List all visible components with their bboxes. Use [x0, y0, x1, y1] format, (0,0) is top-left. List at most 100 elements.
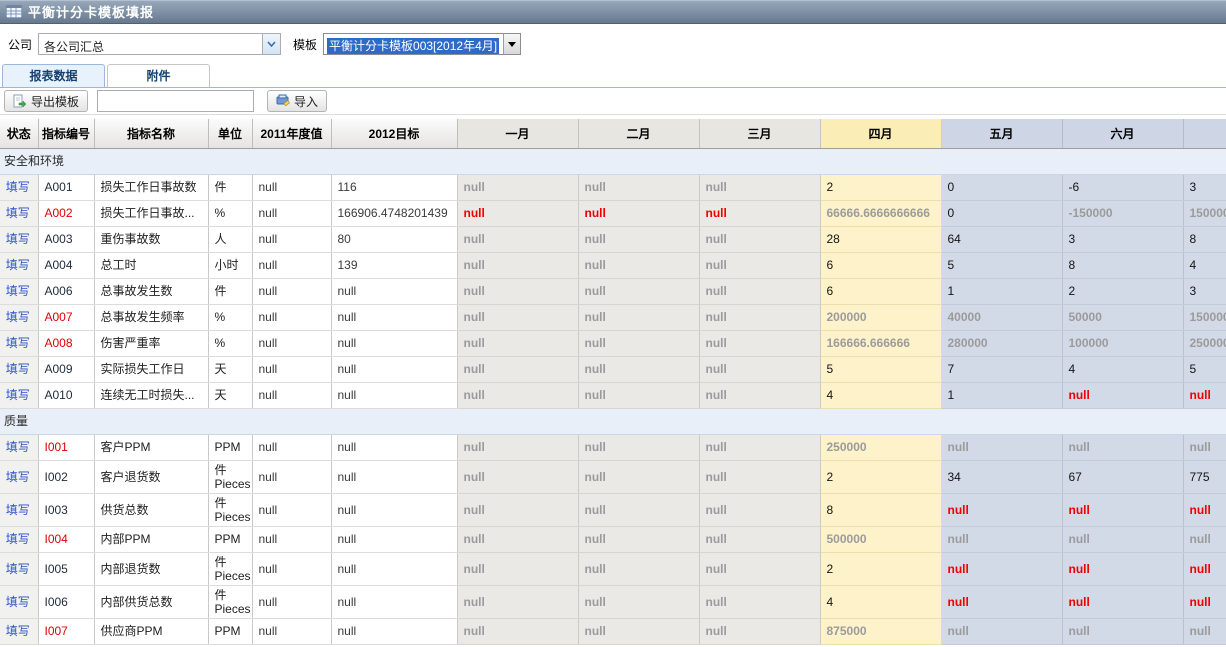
import-file-input[interactable]	[97, 90, 254, 112]
fill-link[interactable]: 填写	[6, 388, 30, 402]
cell-month-2: null	[578, 226, 699, 252]
cell-month-5: null	[941, 552, 1062, 585]
export-template-button[interactable]: 导出模板	[4, 90, 88, 112]
cell-month-2: null	[578, 434, 699, 460]
table-row: 填写A004总工时小时null139nullnullnull6584	[0, 252, 1226, 278]
fill-link[interactable]: 填写	[6, 232, 30, 246]
cell-month-4: 166666.666666	[820, 330, 941, 356]
company-combobox-value: 各公司汇总	[39, 34, 262, 54]
cell-2012-target: null	[331, 382, 457, 408]
cell-month-6: null	[1062, 434, 1183, 460]
grid-table: 状态指标编号指标名称单位2011年度值2012目标一月二月三月四月五月六月 安全…	[0, 119, 1226, 645]
fill-link[interactable]: 填写	[6, 206, 30, 220]
cell-month-7: null	[1183, 382, 1226, 408]
cell-month-6: 67	[1062, 460, 1183, 493]
cell-month-3: null	[699, 226, 820, 252]
cell-2012-target: null	[331, 330, 457, 356]
column-header-month-5[interactable]: 五月	[941, 119, 1062, 148]
cell-month-2: null	[578, 278, 699, 304]
column-header-target[interactable]: 2012目标	[331, 119, 457, 148]
cell-month-1: null	[457, 330, 578, 356]
cell-2011-value: null	[252, 526, 331, 552]
cell-month-6: -150000	[1062, 200, 1183, 226]
cell-month-1: null	[457, 618, 578, 644]
column-header-name[interactable]: 指标名称	[94, 119, 208, 148]
cell-month-5: 7	[941, 356, 1062, 382]
company-combobox-trigger[interactable]	[262, 34, 280, 54]
column-header-code[interactable]: 指标编号	[38, 119, 94, 148]
cell-month-7: null	[1183, 585, 1226, 618]
column-header-status[interactable]: 状态	[0, 119, 38, 148]
cell-unit: 件	[208, 174, 252, 200]
template-combobox-trigger[interactable]	[503, 34, 520, 54]
cell-month-7: null	[1183, 618, 1226, 644]
chevron-down-icon	[267, 41, 276, 47]
cell-month-3: null	[699, 585, 820, 618]
template-combobox[interactable]: 平衡计分卡模板003[2012年4月]	[323, 33, 521, 55]
fill-link[interactable]: 填写	[6, 503, 30, 517]
cell-month-1: null	[457, 493, 578, 526]
cell-month-2: null	[578, 382, 699, 408]
fill-link[interactable]: 填写	[6, 624, 30, 638]
cell-unit: 天	[208, 382, 252, 408]
cell-status: 填写	[0, 174, 38, 200]
cell-indicator-code: A009	[38, 356, 94, 382]
cell-status: 填写	[0, 460, 38, 493]
cell-indicator-code: A001	[38, 174, 94, 200]
table-row: 填写A003重伤事故数人null80nullnullnull286438	[0, 226, 1226, 252]
column-header-month-4[interactable]: 四月	[820, 119, 941, 148]
cell-month-5: null	[941, 526, 1062, 552]
company-combobox[interactable]: 各公司汇总	[38, 33, 281, 55]
fill-link[interactable]: 填写	[6, 258, 30, 272]
cell-month-1: null	[457, 278, 578, 304]
cell-month-7: 5	[1183, 356, 1226, 382]
fill-link[interactable]: 填写	[6, 562, 30, 576]
fill-link[interactable]: 填写	[6, 284, 30, 298]
table-row: 填写A002损失工作日事故...%null166906.4748201439nu…	[0, 200, 1226, 226]
cell-month-6: 8	[1062, 252, 1183, 278]
cell-status: 填写	[0, 585, 38, 618]
fill-link[interactable]: 填写	[6, 336, 30, 350]
cell-month-6: 2	[1062, 278, 1183, 304]
column-header-month-7[interactable]	[1183, 119, 1226, 148]
cell-month-5: null	[941, 585, 1062, 618]
cell-indicator-name: 内部供货总数	[94, 585, 208, 618]
column-header-month-3[interactable]: 三月	[699, 119, 820, 148]
grid-body: 安全和环境填写A001损失工作日事故数件null116nullnullnull2…	[0, 148, 1226, 644]
cell-indicator-name: 内部PPM	[94, 526, 208, 552]
dropdown-arrow-icon	[508, 42, 516, 47]
cell-2012-target: null	[331, 618, 457, 644]
fill-link[interactable]: 填写	[6, 595, 30, 609]
tab-report-data[interactable]: 报表数据	[2, 64, 105, 87]
cell-month-7: 8	[1183, 226, 1226, 252]
grid-header-row: 状态指标编号指标名称单位2011年度值2012目标一月二月三月四月五月六月	[0, 119, 1226, 148]
cell-month-4: 4	[820, 585, 941, 618]
column-header-unit[interactable]: 单位	[208, 119, 252, 148]
cell-indicator-code: A010	[38, 382, 94, 408]
tab-attachments[interactable]: 附件	[107, 64, 210, 87]
column-header-month-6[interactable]: 六月	[1062, 119, 1183, 148]
column-header-month-1[interactable]: 一月	[457, 119, 578, 148]
fill-link[interactable]: 填写	[6, 180, 30, 194]
fill-link[interactable]: 填写	[6, 310, 30, 324]
group-name: 质量	[0, 408, 1226, 434]
fill-link[interactable]: 填写	[6, 440, 30, 454]
column-header-month-2[interactable]: 二月	[578, 119, 699, 148]
fill-link[interactable]: 填写	[6, 362, 30, 376]
cell-2012-target: 139	[331, 252, 457, 278]
fill-link[interactable]: 填写	[6, 532, 30, 546]
cell-month-3: null	[699, 460, 820, 493]
cell-unit: %	[208, 330, 252, 356]
import-button[interactable]: 导入	[267, 90, 327, 112]
cell-month-3: null	[699, 493, 820, 526]
cell-2011-value: null	[252, 200, 331, 226]
cell-month-1: null	[457, 526, 578, 552]
cell-month-3: null	[699, 356, 820, 382]
column-header-y2011[interactable]: 2011年度值	[252, 119, 331, 148]
fill-link[interactable]: 填写	[6, 470, 30, 484]
cell-unit: %	[208, 200, 252, 226]
cell-month-4: 28	[820, 226, 941, 252]
cell-indicator-name: 内部退货数	[94, 552, 208, 585]
cell-month-1: null	[457, 382, 578, 408]
cell-month-1: null	[457, 460, 578, 493]
